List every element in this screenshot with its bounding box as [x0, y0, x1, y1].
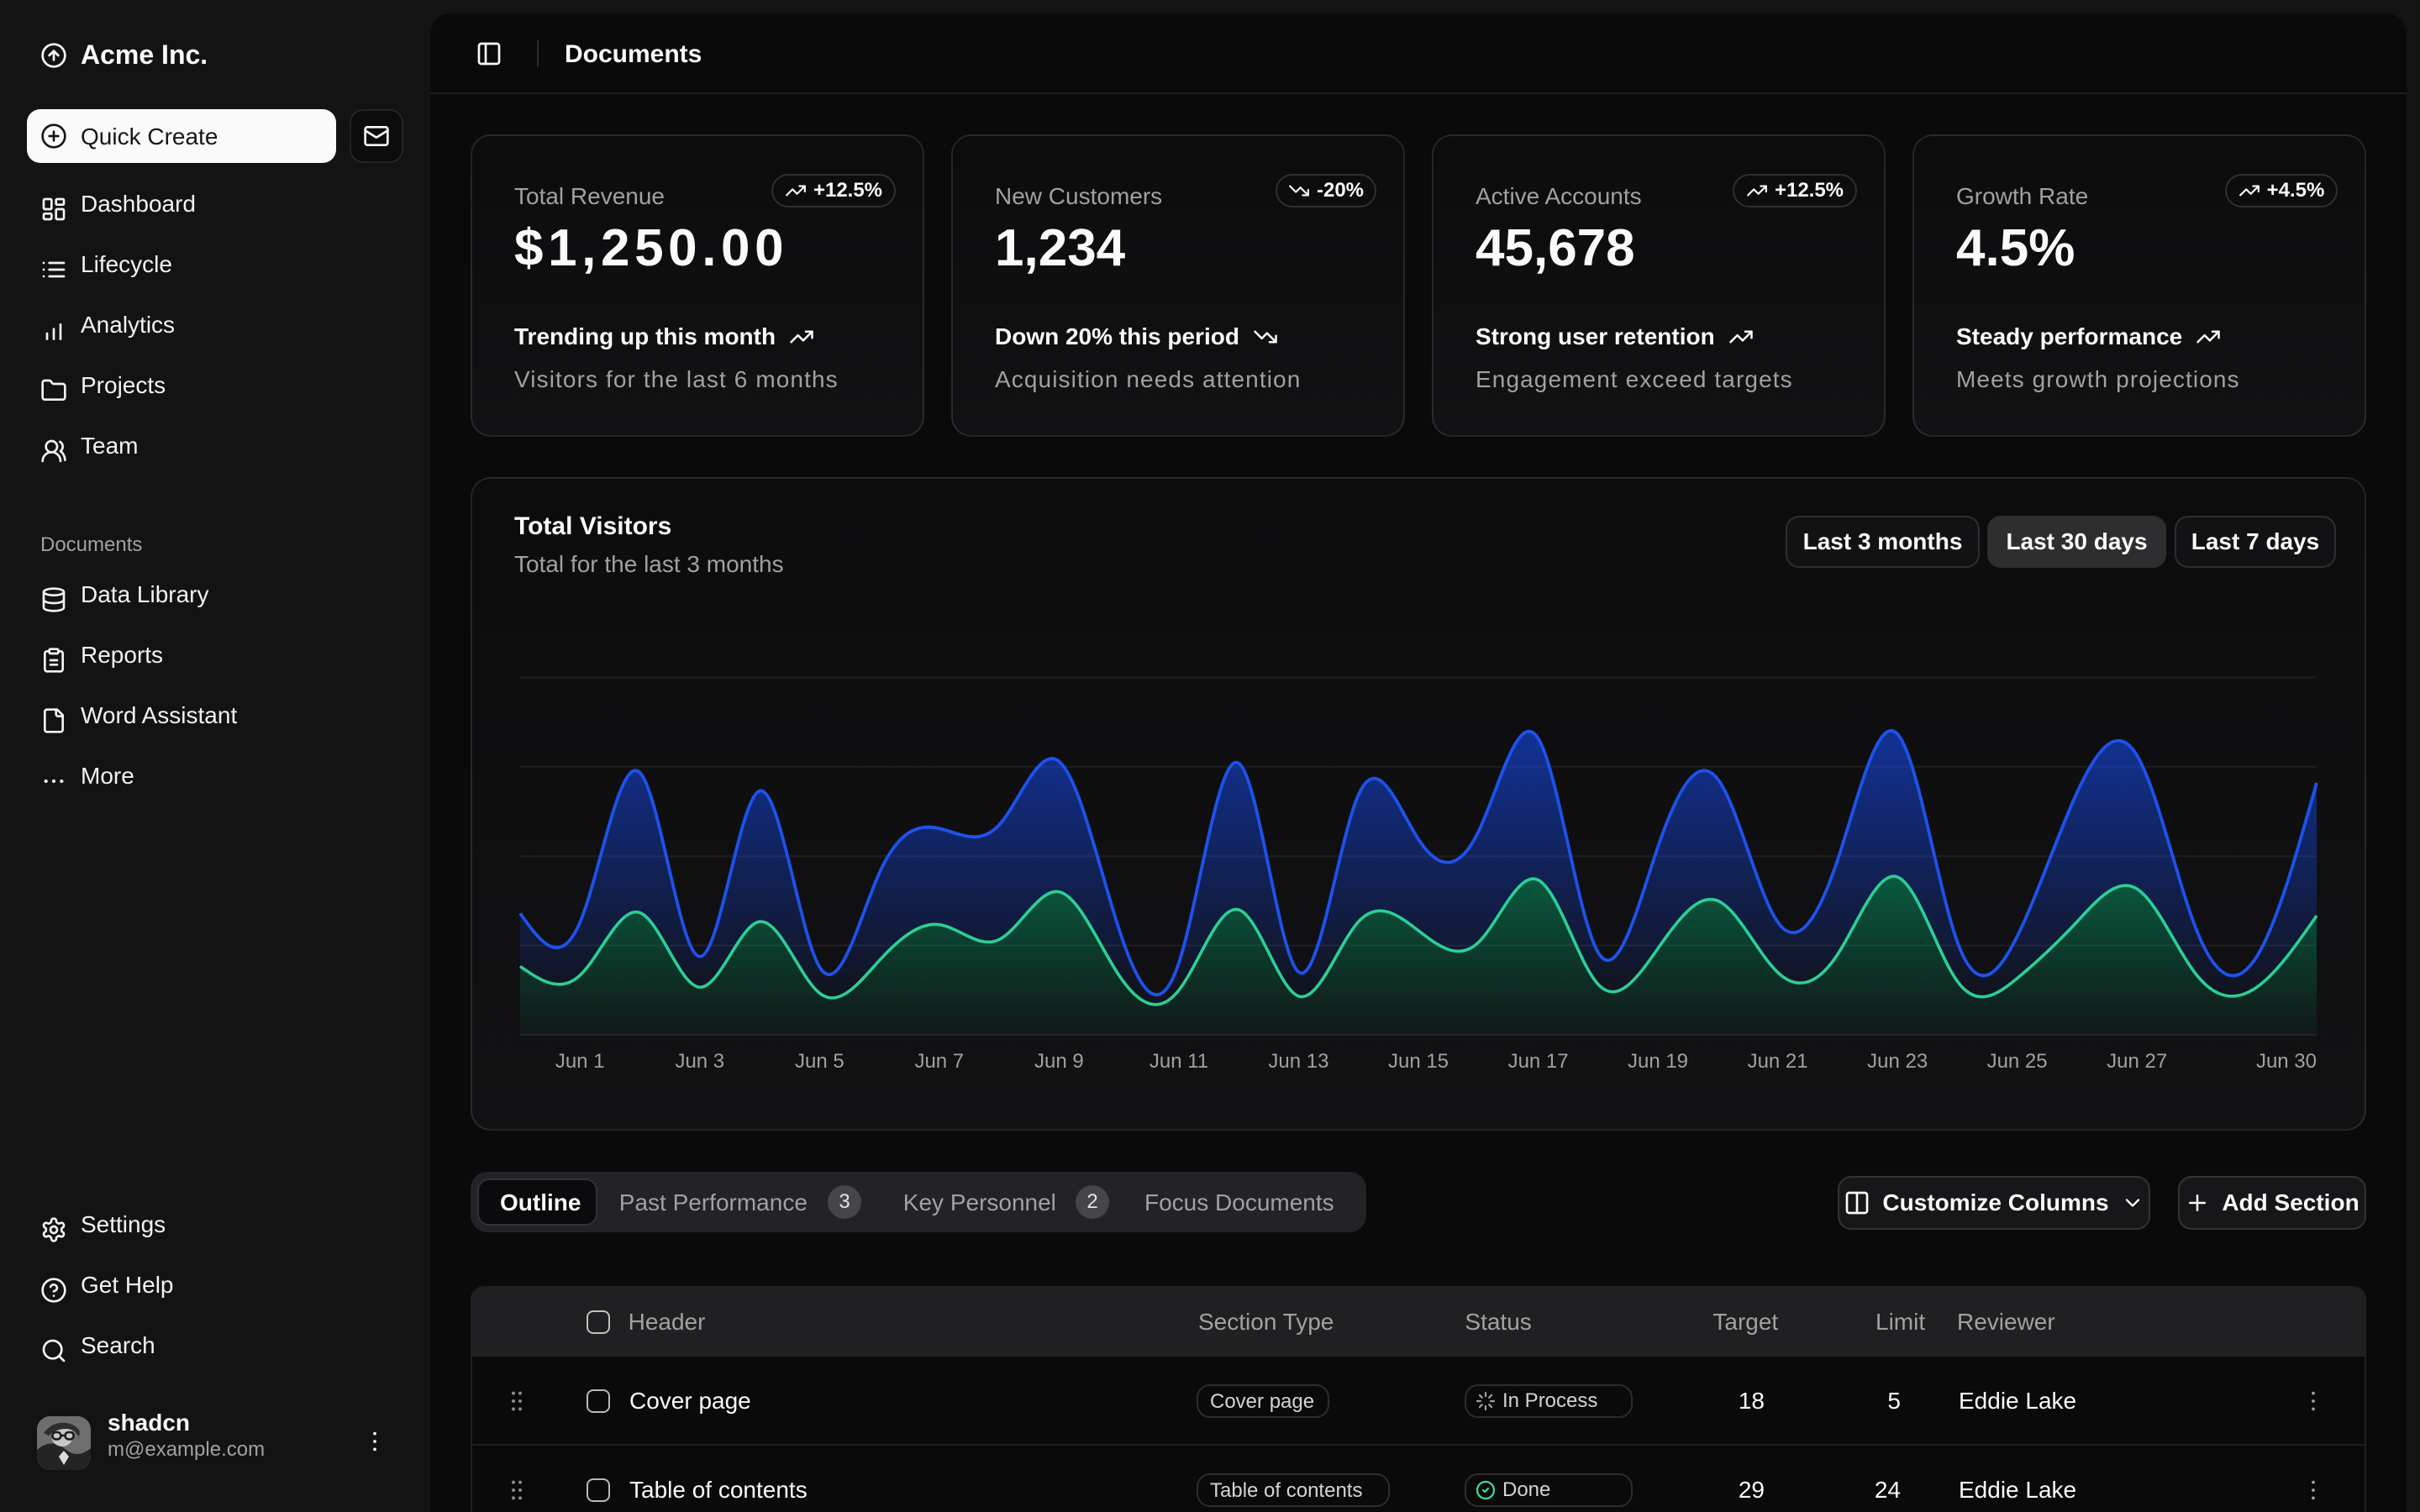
- svg-text:Jun 5: Jun 5: [795, 1050, 844, 1073]
- svg-text:Jun 19: Jun 19: [1628, 1050, 1688, 1073]
- svg-text:Jun 23: Jun 23: [1867, 1050, 1928, 1073]
- svg-text:Jun 11: Jun 11: [1150, 1050, 1208, 1073]
- svg-text:Jun 27: Jun 27: [2107, 1050, 2167, 1073]
- svg-text:Jun 13: Jun 13: [1268, 1050, 1328, 1073]
- svg-text:Jun 25: Jun 25: [1987, 1050, 2048, 1073]
- svg-text:Jun 9: Jun 9: [1034, 1050, 1084, 1073]
- svg-text:Jun 30: Jun 30: [2256, 1050, 2317, 1073]
- svg-text:Jun 17: Jun 17: [1508, 1050, 1569, 1073]
- svg-text:Jun 3: Jun 3: [675, 1050, 724, 1073]
- svg-text:Jun 21: Jun 21: [1748, 1050, 1808, 1073]
- svg-text:Jun 7: Jun 7: [914, 1050, 964, 1073]
- svg-text:Jun 1: Jun 1: [555, 1050, 605, 1073]
- svg-text:Jun 15: Jun 15: [1388, 1050, 1449, 1073]
